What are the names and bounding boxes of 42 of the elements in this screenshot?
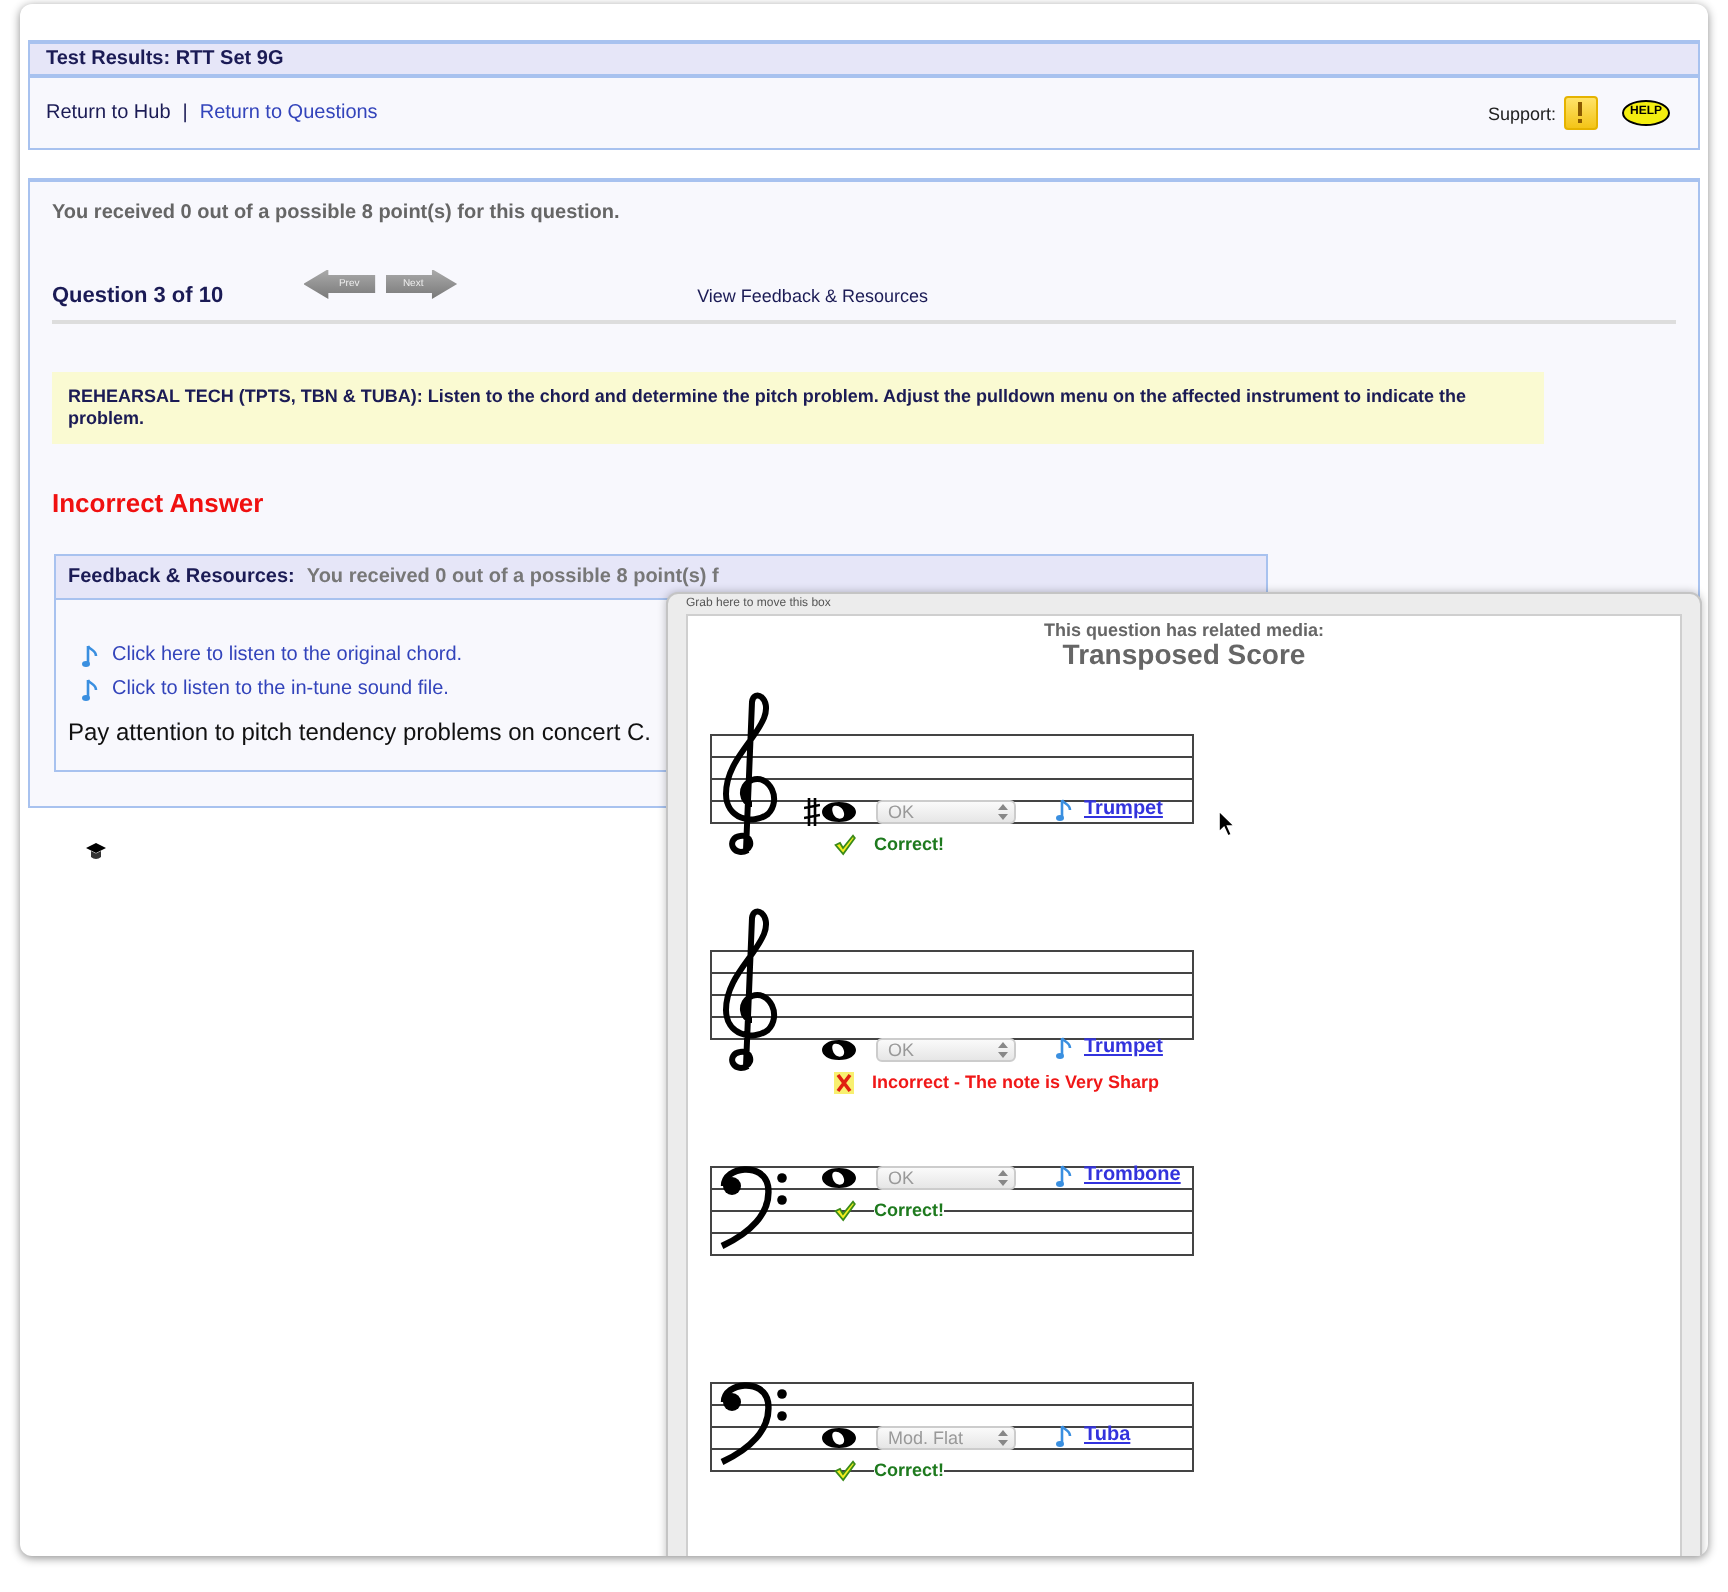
updown-arrows-icon [998, 1041, 1008, 1057]
answer-feedback: Incorrect - The note is Very Sharp [872, 1072, 1160, 1092]
graduation-cap-icon [86, 842, 106, 860]
feedback-title: Feedback & Resources: [68, 566, 295, 588]
score-message: You received 0 out of a possible 8 point(s) for this question. [52, 202, 622, 224]
audio-link[interactable]: Click to listen to the in-tune sound file. [112, 678, 449, 700]
updown-arrows-icon [998, 1169, 1008, 1185]
music-note-icon [1056, 1163, 1072, 1187]
alert-icon[interactable] [1563, 96, 1598, 130]
audio-link[interactable]: Click here to listen to the original chord. [112, 644, 463, 666]
feedback-note: Pay attention to pitch tendency problems on concert C. [66, 718, 653, 746]
whole-note-icon [822, 1039, 856, 1059]
music-note-icon [1056, 1423, 1072, 1447]
music-note-icon [82, 643, 98, 667]
question-counter: Question 3 of 10 [52, 284, 224, 308]
question-prompt: REHEARSAL TECH (TPTS, TBN & TUBA): Listen to the chord and determine the pitch problem. Adjust the pulldown menu on the affected instrument to indicate the problem. [52, 372, 1544, 444]
music-note-icon [1056, 1035, 1072, 1059]
feedback-score: You received 0 out of a possible 8 point(s) f [306, 566, 719, 588]
page-title: Test Results: RTT Set 9G [46, 48, 284, 70]
support-label: Support: [1487, 103, 1556, 123]
hub-link[interactable]: Return to Hub [46, 102, 171, 124]
instrument-link[interactable]: Trumpet [1084, 1036, 1163, 1058]
instrument-link[interactable]: Tuba [1084, 1424, 1131, 1446]
score-title: Transposed Score [1060, 638, 1308, 670]
music-note-icon [1056, 797, 1072, 821]
updown-arrows-icon [998, 1429, 1008, 1445]
instrument-link[interactable]: Trombone [1084, 1164, 1181, 1186]
result-heading: Incorrect Answer [52, 488, 266, 518]
answer-feedback: Correct! [874, 834, 945, 854]
whole-note-icon [822, 1427, 856, 1447]
music-note-icon [82, 677, 98, 701]
feedback-link[interactable]: View Feedback & Resources [697, 286, 928, 306]
updown-arrows-icon [998, 803, 1008, 819]
whole-note-icon [822, 1167, 856, 1187]
answer-feedback: Correct! [874, 1200, 945, 1220]
answer-feedback: Correct! [874, 1460, 945, 1480]
media-intro: This question has related media: [1041, 620, 1327, 640]
link-separator: | [182, 102, 188, 124]
whole-note-icon [822, 801, 856, 821]
cursor-icon [1218, 810, 1236, 838]
instrument-link[interactable]: Trumpet [1084, 798, 1163, 820]
questions-link[interactable]: Return to Questions [199, 102, 378, 124]
